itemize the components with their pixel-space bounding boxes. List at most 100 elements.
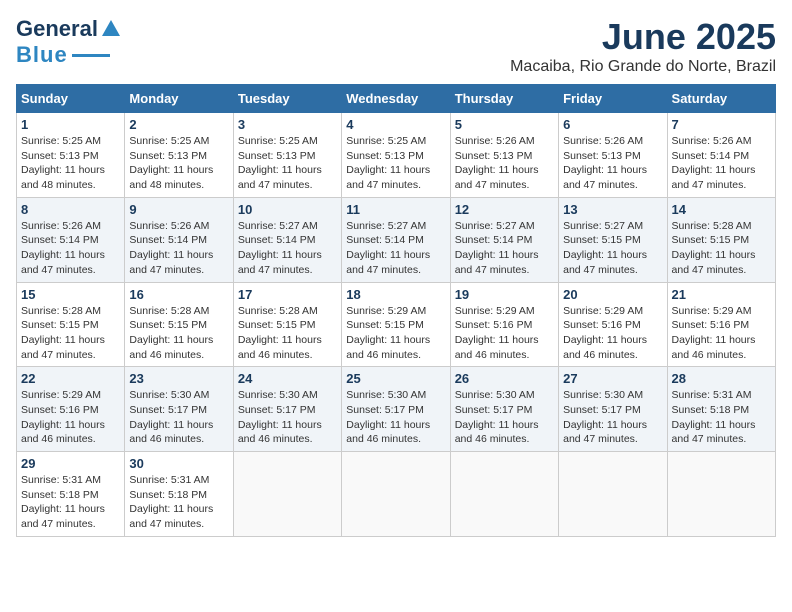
logo-general: General <box>16 16 98 42</box>
column-header-monday: Monday <box>125 85 233 113</box>
day-info: Sunrise: 5:30 AM Sunset: 5:17 PM Dayligh… <box>346 388 445 447</box>
calendar-cell <box>233 452 341 537</box>
calendar-cell: 25 Sunrise: 5:30 AM Sunset: 5:17 PM Dayl… <box>342 367 450 452</box>
day-info: Sunrise: 5:27 AM Sunset: 5:14 PM Dayligh… <box>238 219 337 278</box>
column-header-friday: Friday <box>559 85 667 113</box>
calendar-cell: 18 Sunrise: 5:29 AM Sunset: 5:15 PM Dayl… <box>342 282 450 367</box>
day-number: 19 <box>455 287 554 302</box>
day-number: 14 <box>672 202 771 217</box>
calendar-cell <box>342 452 450 537</box>
calendar-cell: 14 Sunrise: 5:28 AM Sunset: 5:15 PM Dayl… <box>667 197 775 282</box>
calendar-cell: 13 Sunrise: 5:27 AM Sunset: 5:15 PM Dayl… <box>559 197 667 282</box>
logo-underline <box>72 54 110 57</box>
day-info: Sunrise: 5:31 AM Sunset: 5:18 PM Dayligh… <box>672 388 771 447</box>
calendar-cell: 30 Sunrise: 5:31 AM Sunset: 5:18 PM Dayl… <box>125 452 233 537</box>
calendar-cell: 23 Sunrise: 5:30 AM Sunset: 5:17 PM Dayl… <box>125 367 233 452</box>
day-number: 23 <box>129 371 228 386</box>
calendar-week-row: 22 Sunrise: 5:29 AM Sunset: 5:16 PM Dayl… <box>17 367 776 452</box>
day-info: Sunrise: 5:27 AM Sunset: 5:14 PM Dayligh… <box>455 219 554 278</box>
day-number: 29 <box>21 456 120 471</box>
calendar-cell: 8 Sunrise: 5:26 AM Sunset: 5:14 PM Dayli… <box>17 197 125 282</box>
day-number: 7 <box>672 117 771 132</box>
calendar-cell <box>559 452 667 537</box>
calendar-cell: 19 Sunrise: 5:29 AM Sunset: 5:16 PM Dayl… <box>450 282 558 367</box>
calendar-cell: 3 Sunrise: 5:25 AM Sunset: 5:13 PM Dayli… <box>233 113 341 198</box>
calendar-cell: 16 Sunrise: 5:28 AM Sunset: 5:15 PM Dayl… <box>125 282 233 367</box>
title-area: June 2025 Macaiba, Rio Grande do Norte, … <box>510 16 776 76</box>
day-number: 20 <box>563 287 662 302</box>
calendar-cell: 11 Sunrise: 5:27 AM Sunset: 5:14 PM Dayl… <box>342 197 450 282</box>
calendar-cell: 2 Sunrise: 5:25 AM Sunset: 5:13 PM Dayli… <box>125 113 233 198</box>
calendar-cell: 21 Sunrise: 5:29 AM Sunset: 5:16 PM Dayl… <box>667 282 775 367</box>
day-number: 18 <box>346 287 445 302</box>
calendar-table: SundayMondayTuesdayWednesdayThursdayFrid… <box>16 84 776 537</box>
day-info: Sunrise: 5:30 AM Sunset: 5:17 PM Dayligh… <box>238 388 337 447</box>
column-header-saturday: Saturday <box>667 85 775 113</box>
calendar-cell: 6 Sunrise: 5:26 AM Sunset: 5:13 PM Dayli… <box>559 113 667 198</box>
day-info: Sunrise: 5:31 AM Sunset: 5:18 PM Dayligh… <box>129 473 228 532</box>
day-info: Sunrise: 5:29 AM Sunset: 5:16 PM Dayligh… <box>672 304 771 363</box>
day-number: 1 <box>21 117 120 132</box>
calendar-cell <box>667 452 775 537</box>
day-info: Sunrise: 5:28 AM Sunset: 5:15 PM Dayligh… <box>129 304 228 363</box>
day-number: 6 <box>563 117 662 132</box>
day-number: 10 <box>238 202 337 217</box>
day-info: Sunrise: 5:25 AM Sunset: 5:13 PM Dayligh… <box>346 134 445 193</box>
day-number: 26 <box>455 371 554 386</box>
calendar-week-row: 8 Sunrise: 5:26 AM Sunset: 5:14 PM Dayli… <box>17 197 776 282</box>
calendar-cell: 29 Sunrise: 5:31 AM Sunset: 5:18 PM Dayl… <box>17 452 125 537</box>
day-number: 30 <box>129 456 228 471</box>
logo-blue: Blue <box>16 42 68 68</box>
day-info: Sunrise: 5:26 AM Sunset: 5:13 PM Dayligh… <box>455 134 554 193</box>
page-header: General Blue June 2025 Macaiba, Rio Gran… <box>16 16 776 76</box>
day-number: 15 <box>21 287 120 302</box>
day-number: 8 <box>21 202 120 217</box>
calendar-cell: 7 Sunrise: 5:26 AM Sunset: 5:14 PM Dayli… <box>667 113 775 198</box>
day-number: 21 <box>672 287 771 302</box>
day-info: Sunrise: 5:25 AM Sunset: 5:13 PM Dayligh… <box>21 134 120 193</box>
calendar-cell: 17 Sunrise: 5:28 AM Sunset: 5:15 PM Dayl… <box>233 282 341 367</box>
calendar-cell: 4 Sunrise: 5:25 AM Sunset: 5:13 PM Dayli… <box>342 113 450 198</box>
day-number: 28 <box>672 371 771 386</box>
day-info: Sunrise: 5:29 AM Sunset: 5:16 PM Dayligh… <box>21 388 120 447</box>
day-number: 17 <box>238 287 337 302</box>
day-number: 25 <box>346 371 445 386</box>
day-info: Sunrise: 5:30 AM Sunset: 5:17 PM Dayligh… <box>455 388 554 447</box>
logo-icon <box>100 18 122 40</box>
day-number: 22 <box>21 371 120 386</box>
calendar-week-row: 29 Sunrise: 5:31 AM Sunset: 5:18 PM Dayl… <box>17 452 776 537</box>
day-number: 3 <box>238 117 337 132</box>
day-number: 13 <box>563 202 662 217</box>
day-info: Sunrise: 5:25 AM Sunset: 5:13 PM Dayligh… <box>129 134 228 193</box>
calendar-week-row: 15 Sunrise: 5:28 AM Sunset: 5:15 PM Dayl… <box>17 282 776 367</box>
day-number: 12 <box>455 202 554 217</box>
day-info: Sunrise: 5:25 AM Sunset: 5:13 PM Dayligh… <box>238 134 337 193</box>
day-info: Sunrise: 5:26 AM Sunset: 5:14 PM Dayligh… <box>129 219 228 278</box>
day-info: Sunrise: 5:30 AM Sunset: 5:17 PM Dayligh… <box>129 388 228 447</box>
calendar-cell: 1 Sunrise: 5:25 AM Sunset: 5:13 PM Dayli… <box>17 113 125 198</box>
calendar-cell <box>450 452 558 537</box>
calendar-cell: 22 Sunrise: 5:29 AM Sunset: 5:16 PM Dayl… <box>17 367 125 452</box>
day-info: Sunrise: 5:29 AM Sunset: 5:16 PM Dayligh… <box>455 304 554 363</box>
day-info: Sunrise: 5:29 AM Sunset: 5:15 PM Dayligh… <box>346 304 445 363</box>
calendar-header-row: SundayMondayTuesdayWednesdayThursdayFrid… <box>17 85 776 113</box>
day-number: 4 <box>346 117 445 132</box>
day-info: Sunrise: 5:29 AM Sunset: 5:16 PM Dayligh… <box>563 304 662 363</box>
day-number: 27 <box>563 371 662 386</box>
day-info: Sunrise: 5:27 AM Sunset: 5:14 PM Dayligh… <box>346 219 445 278</box>
column-header-thursday: Thursday <box>450 85 558 113</box>
column-header-tuesday: Tuesday <box>233 85 341 113</box>
calendar-cell: 12 Sunrise: 5:27 AM Sunset: 5:14 PM Dayl… <box>450 197 558 282</box>
day-info: Sunrise: 5:26 AM Sunset: 5:13 PM Dayligh… <box>563 134 662 193</box>
calendar-cell: 20 Sunrise: 5:29 AM Sunset: 5:16 PM Dayl… <box>559 282 667 367</box>
day-info: Sunrise: 5:26 AM Sunset: 5:14 PM Dayligh… <box>672 134 771 193</box>
calendar-cell: 26 Sunrise: 5:30 AM Sunset: 5:17 PM Dayl… <box>450 367 558 452</box>
calendar-cell: 9 Sunrise: 5:26 AM Sunset: 5:14 PM Dayli… <box>125 197 233 282</box>
calendar-cell: 10 Sunrise: 5:27 AM Sunset: 5:14 PM Dayl… <box>233 197 341 282</box>
calendar-cell: 27 Sunrise: 5:30 AM Sunset: 5:17 PM Dayl… <box>559 367 667 452</box>
calendar-cell: 24 Sunrise: 5:30 AM Sunset: 5:17 PM Dayl… <box>233 367 341 452</box>
column-header-wednesday: Wednesday <box>342 85 450 113</box>
day-info: Sunrise: 5:31 AM Sunset: 5:18 PM Dayligh… <box>21 473 120 532</box>
calendar-cell: 15 Sunrise: 5:28 AM Sunset: 5:15 PM Dayl… <box>17 282 125 367</box>
day-info: Sunrise: 5:28 AM Sunset: 5:15 PM Dayligh… <box>238 304 337 363</box>
